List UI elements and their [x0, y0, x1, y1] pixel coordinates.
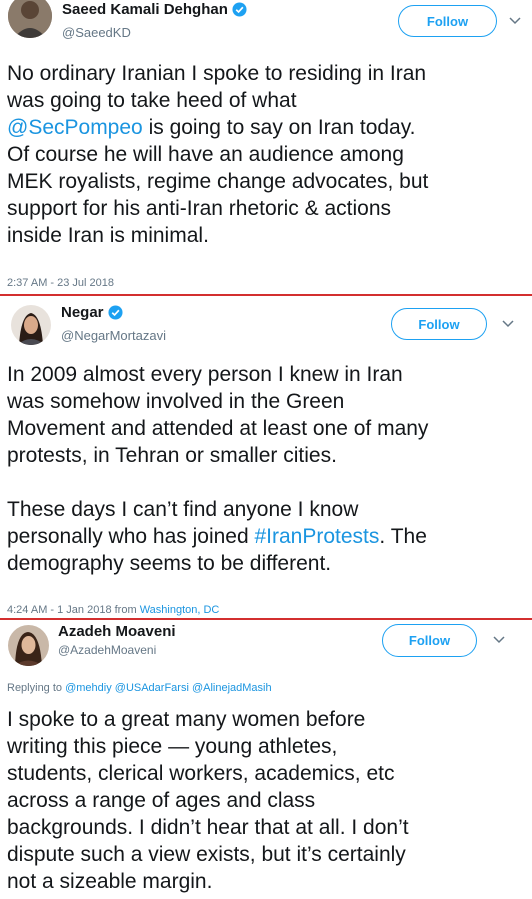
follow-button[interactable]: Follow: [382, 624, 477, 657]
user-handle[interactable]: @SaeedKD: [62, 25, 131, 40]
tweet-text-line: not a sizeable margin.: [7, 870, 213, 893]
tweet-text-line: dispute such a view exists, but it’s cer…: [7, 843, 406, 866]
tweet-negar: Negar @NegarMortazavi Follow In 2009 alm…: [0, 296, 532, 618]
tweet-azadeh: Azadeh Moaveni @AzadehMoaveni Follow Rep…: [0, 620, 532, 899]
replying-to: Replying to @mehdiy @USAdarFarsi @Alinej…: [7, 682, 272, 694]
tweet-saeed: Saeed Kamali Dehghan @SaeedKD Follow No …: [0, 0, 532, 294]
tweet-text-line: personally who has joined #IranProtests.…: [7, 523, 524, 550]
location-link[interactable]: Washington, DC: [140, 604, 220, 616]
avatar-image-icon: [8, 625, 49, 666]
tweet-timestamp[interactable]: 2:37 AM - 23 Jul 2018: [7, 277, 114, 289]
tweet-text: No ordinary Iranian I spoke to residing …: [7, 60, 524, 249]
chevron-down-icon[interactable]: [509, 17, 521, 25]
hashtag-link[interactable]: #IranProtests: [255, 525, 380, 548]
tweet-text-line: was going to take heed of what: [7, 89, 297, 112]
tweet-text-line: writing this piece — young athletes,: [7, 735, 338, 758]
user-handle[interactable]: @AzadehMoaveni: [58, 643, 156, 657]
tweet-text-line: inside Iran is minimal.: [7, 224, 209, 247]
avatar-image-icon: [11, 305, 51, 345]
replying-to-mentions[interactable]: @mehdiy @USAdarFarsi @AlinejadMasih: [65, 682, 272, 694]
tweet-text: I spoke to a great many women before wri…: [7, 706, 524, 895]
tweet-text-fragment: personally who has joined: [7, 525, 255, 548]
chevron-down-icon[interactable]: [493, 636, 505, 644]
tweet-text-line: backgrounds. I didn’t hear that at all. …: [7, 816, 409, 839]
avatar[interactable]: [11, 305, 51, 345]
follow-button[interactable]: Follow: [391, 308, 487, 340]
tweet-text-line: I spoke to a great many women before: [7, 708, 366, 731]
tweet-text-line: MEK royalists, regime change advocates, …: [7, 170, 429, 193]
avatar-image-icon: [8, 0, 52, 38]
verified-badge-icon: [232, 2, 247, 17]
tweet-text-line: was somehow involved in the Green: [7, 390, 345, 413]
tweet-text-line: across a range of ages and class: [7, 789, 316, 812]
display-name[interactable]: Saeed Kamali Dehghan: [62, 1, 247, 18]
user-handle[interactable]: @NegarMortazavi: [61, 328, 166, 343]
tweet-text-line: protests, in Tehran or smaller cities.: [7, 444, 337, 467]
chevron-down-icon[interactable]: [502, 320, 514, 328]
verified-badge-icon: [108, 305, 123, 320]
tweet-text-fragment: . The: [379, 525, 427, 548]
tweet-text-line: Of course he will have an audience among: [7, 143, 404, 166]
tweet-text-line: @SecPompeo is going to say on Iran today…: [7, 114, 524, 141]
tweet-text: In 2009 almost every person I knew in Ir…: [7, 361, 524, 577]
display-name-text: Saeed Kamali Dehghan: [62, 1, 228, 18]
display-name[interactable]: Azadeh Moaveni: [58, 623, 176, 640]
mention-link[interactable]: @SecPompeo: [7, 116, 143, 139]
display-name-text: Negar: [61, 304, 104, 321]
follow-button[interactable]: Follow: [398, 5, 497, 37]
tweet-text-line: In 2009 almost every person I knew in Ir…: [7, 363, 403, 386]
timestamp-text: 4:24 AM - 1 Jan 2018 from: [7, 604, 140, 616]
tweet-text-line: No ordinary Iranian I spoke to residing …: [7, 62, 427, 85]
display-name[interactable]: Negar: [61, 304, 123, 321]
tweet-timestamp[interactable]: 4:24 AM - 1 Jan 2018 from Washington, DC: [7, 604, 219, 616]
avatar[interactable]: [8, 0, 52, 38]
display-name-text: Azadeh Moaveni: [58, 623, 176, 640]
tweet-text-line: These days I can’t find anyone I know: [7, 498, 359, 521]
avatar[interactable]: [8, 625, 49, 666]
replying-to-prefix: Replying to: [7, 682, 66, 694]
tweet-text-line: students, clerical workers, academics, e…: [7, 762, 395, 785]
tweet-text-line: Movement and attended at least one of ma…: [7, 417, 429, 440]
tweet-text-line: support for his anti-Iran rhetoric & act…: [7, 197, 392, 220]
tweet-text-fragment: is going to say on Iran today.: [142, 116, 416, 139]
tweet-text-line: demography seems to be different.: [7, 552, 332, 575]
